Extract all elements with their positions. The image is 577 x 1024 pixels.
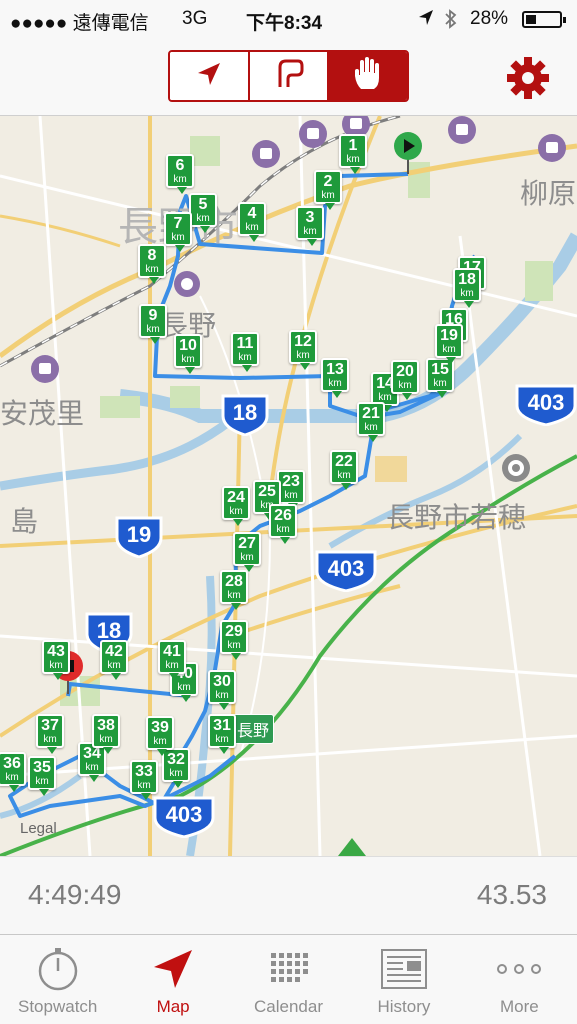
tab-more[interactable]: More — [462, 935, 577, 1024]
km-marker[interactable]: 36 km — [0, 752, 26, 792]
more-icon — [494, 959, 544, 984]
km-marker[interactable]: 23 km — [277, 470, 305, 510]
km-marker[interactable]: 10 km — [174, 334, 202, 374]
elapsed-time: 4:49:49 — [28, 879, 122, 910]
km-marker[interactable]: 22 km — [330, 450, 358, 490]
tab-label: History — [377, 997, 431, 1016]
route-shield: 403 — [314, 550, 378, 593]
tab-stopwatch[interactable]: Stopwatch — [0, 935, 115, 1024]
total-distance: 43.53 — [476, 879, 547, 910]
route-map[interactable]: 長野市 柳原 長野 安茂里 島 長野市若穂 長野 18 403 19 403 1… — [0, 116, 577, 856]
km-marker[interactable]: 37 km — [36, 714, 64, 754]
bluetooth-icon — [444, 8, 458, 36]
district-label: 島 — [10, 506, 39, 537]
navigation-arrow-icon — [195, 60, 223, 93]
km-marker[interactable]: 11 km — [231, 332, 259, 372]
carrier: ●●●●● 遠傳電信 — [10, 13, 149, 34]
map-mode-segmented-control — [168, 50, 409, 102]
km-marker[interactable]: 28 km — [220, 570, 248, 610]
km-marker[interactable]: 2 km — [314, 170, 342, 210]
km-marker[interactable]: 35 km — [28, 756, 56, 796]
route-shield: 19 — [114, 516, 164, 559]
tab-label: Map — [156, 997, 190, 1016]
km-marker[interactable]: 20 km — [391, 360, 419, 400]
tab-calendar[interactable]: Calendar — [231, 935, 346, 1024]
km-marker[interactable]: 38 km — [92, 714, 120, 754]
battery-icon — [522, 11, 566, 28]
km-marker[interactable]: 19 km — [435, 324, 463, 364]
clock: 下午8:34 — [246, 13, 323, 34]
km-marker[interactable]: 29 km — [220, 620, 248, 660]
km-marker[interactable]: 41 km — [158, 640, 186, 680]
km-marker[interactable]: 6 km — [166, 154, 194, 194]
km-marker[interactable]: 26 km — [269, 504, 297, 544]
km-marker[interactable]: 7 km — [164, 212, 192, 252]
tab-history[interactable]: History — [346, 935, 461, 1024]
km-marker[interactable]: 9 km — [139, 304, 167, 344]
tab-label: Calendar — [254, 997, 324, 1016]
district-label: 長野市若穂 — [386, 502, 527, 533]
km-marker[interactable]: 4 km — [238, 202, 266, 242]
map-toolbar — [0, 40, 577, 116]
free-pan-segment[interactable] — [329, 52, 407, 100]
map-arrow-icon — [151, 947, 195, 996]
km-marker[interactable]: 18 km — [453, 268, 481, 308]
route-shield: 18 — [220, 394, 270, 437]
km-marker[interactable]: 33 km — [130, 760, 158, 800]
status-bar: ●●●●● 遠傳電信 3G 下午8:34 28% — [0, 0, 577, 40]
km-marker[interactable]: 42 km — [100, 640, 128, 680]
district-label: 柳原 — [520, 178, 577, 209]
route-shield: 403 — [152, 796, 216, 839]
route-shape-icon — [272, 57, 306, 96]
stopwatch-icon — [35, 946, 81, 997]
km-marker[interactable]: 21 km — [357, 402, 385, 442]
km-marker[interactable]: 39 km — [146, 716, 174, 756]
km-marker[interactable]: 12 km — [289, 330, 317, 370]
km-marker[interactable]: 24 km — [222, 486, 250, 526]
km-marker[interactable]: 13 km — [321, 358, 349, 398]
km-marker[interactable]: 31 km — [208, 714, 236, 754]
km-marker[interactable]: 3 km — [296, 206, 324, 246]
station-label: 長野 — [232, 714, 275, 744]
route-shield: 403 — [514, 384, 577, 427]
tab-label: More — [499, 997, 539, 1016]
settings-button[interactable] — [505, 55, 551, 101]
battery-percent: 28% — [470, 8, 509, 29]
km-marker[interactable]: 30 km — [208, 670, 236, 710]
gear-icon — [505, 57, 551, 105]
workout-summary: 4:49:49 43.53 — [0, 856, 577, 934]
follow-location-segment[interactable] — [170, 52, 250, 100]
location-services-icon — [418, 9, 434, 33]
show-route-segment[interactable] — [249, 52, 330, 100]
district-label: 安茂里 — [0, 398, 85, 429]
km-marker[interactable]: 1 km — [339, 134, 367, 174]
calendar-icon — [267, 947, 311, 996]
history-icon — [379, 947, 429, 996]
km-marker[interactable]: 43 km — [42, 640, 70, 680]
tab-bar: Stopwatch Map Calendar History More — [0, 934, 577, 1024]
legal-link[interactable]: Legal — [20, 820, 57, 837]
hand-icon — [352, 56, 384, 97]
tab-map[interactable]: Map — [115, 935, 230, 1024]
km-marker[interactable]: 5 km — [189, 193, 217, 233]
network-type: 3G — [182, 8, 208, 29]
km-marker[interactable]: 27 km — [233, 532, 261, 572]
tab-label: Stopwatch — [18, 997, 98, 1016]
km-marker[interactable]: 8 km — [138, 244, 166, 284]
